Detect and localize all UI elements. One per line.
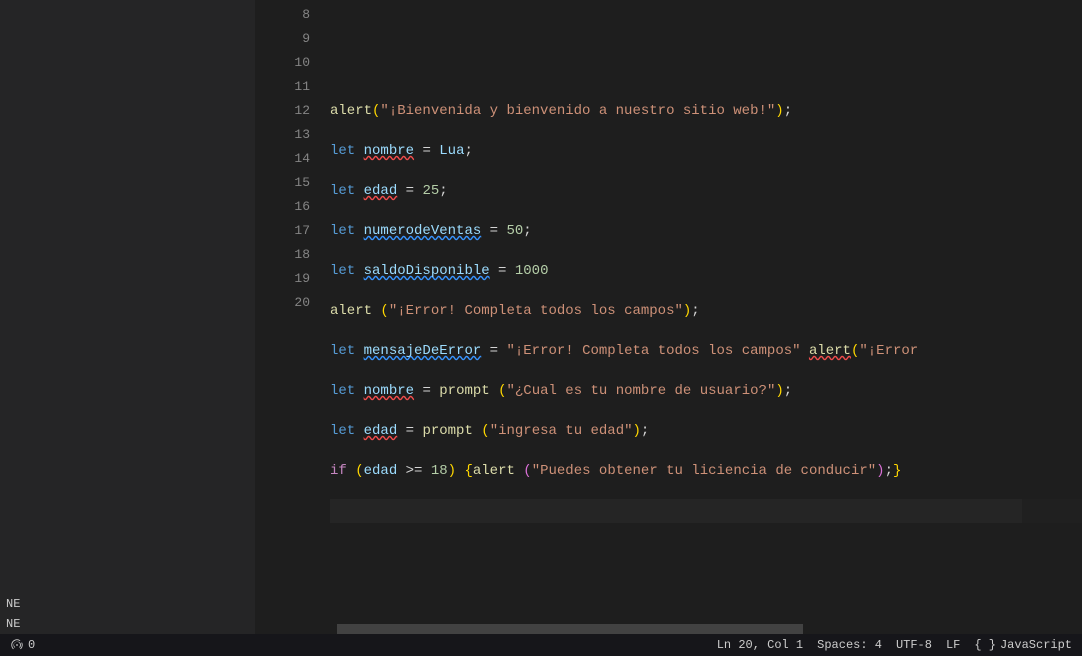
code-line[interactable]: let saldoDisponible = 1000 <box>330 259 1082 283</box>
code-editor[interactable]: 8 9 10 11 12 13 14 15 16 17 18 19 20 ale… <box>255 0 1082 624</box>
code-line[interactable]: let nombre = prompt ("¿Cual es tu nombre… <box>330 379 1082 403</box>
eol-setting[interactable]: LF <box>946 638 960 652</box>
line-number: 14 <box>255 147 330 171</box>
code-line[interactable]: let edad = prompt ("ingresa tu edad"); <box>330 419 1082 443</box>
line-number: 20 <box>255 291 330 315</box>
code-line[interactable]: let numerodeVentas = 50; <box>330 219 1082 243</box>
line-number: 19 <box>255 267 330 291</box>
code-line[interactable]: let mensajeDeError = "¡Error! Completa t… <box>330 339 1082 363</box>
scrollbar-thumb[interactable] <box>337 624 803 634</box>
code-line[interactable] <box>330 59 1082 83</box>
language-mode[interactable]: { } JavaScript <box>974 638 1072 652</box>
cursor-position[interactable]: Ln 20, Col 1 <box>717 638 803 652</box>
errors-count: 0 <box>28 638 35 652</box>
code-line[interactable]: let nombre = Lua; <box>330 139 1082 163</box>
code-content[interactable]: alert("¡Bienvenida y bienvenido a nuestr… <box>330 0 1082 624</box>
code-line[interactable]: alert("¡Bienvenida y bienvenido a nuestr… <box>330 99 1082 123</box>
status-bar: 0 Ln 20, Col 1 Spaces: 4 UTF-8 LF { } Ja… <box>0 634 1082 656</box>
outline-item[interactable]: NE <box>0 614 255 634</box>
broadcast-icon <box>10 638 24 652</box>
line-number: 8 <box>255 3 330 27</box>
line-number: 16 <box>255 195 330 219</box>
app-root: NE NE 8 9 10 11 12 13 14 15 16 17 18 19 <box>0 0 1082 656</box>
code-line[interactable] <box>330 499 1082 523</box>
main-area: NE NE 8 9 10 11 12 13 14 15 16 17 18 19 <box>0 0 1082 634</box>
outline-item[interactable]: NE <box>0 594 255 614</box>
minimap[interactable] <box>1022 0 1082 624</box>
code-line[interactable] <box>330 19 1082 43</box>
line-number: 10 <box>255 51 330 75</box>
line-number: 15 <box>255 171 330 195</box>
indent-setting[interactable]: Spaces: 4 <box>817 638 882 652</box>
line-number: 11 <box>255 75 330 99</box>
remote-indicator[interactable]: 0 <box>10 638 35 652</box>
line-number: 18 <box>255 243 330 267</box>
sidebar: NE NE <box>0 0 255 634</box>
line-number: 13 <box>255 123 330 147</box>
line-number: 17 <box>255 219 330 243</box>
line-gutter: 8 9 10 11 12 13 14 15 16 17 18 19 20 <box>255 0 330 624</box>
code-line[interactable]: alert ("¡Error! Completa todos los campo… <box>330 299 1082 323</box>
encoding[interactable]: UTF-8 <box>896 638 932 652</box>
line-number: 9 <box>255 27 330 51</box>
horizontal-scrollbar[interactable] <box>255 624 1082 634</box>
braces-icon: { } <box>974 638 996 652</box>
code-line[interactable]: let edad = 25; <box>330 179 1082 203</box>
editor-wrap: 8 9 10 11 12 13 14 15 16 17 18 19 20 ale… <box>255 0 1082 634</box>
line-number: 12 <box>255 99 330 123</box>
code-line[interactable]: if (edad >= 18) {alert ("Puedes obtener … <box>330 459 1082 483</box>
